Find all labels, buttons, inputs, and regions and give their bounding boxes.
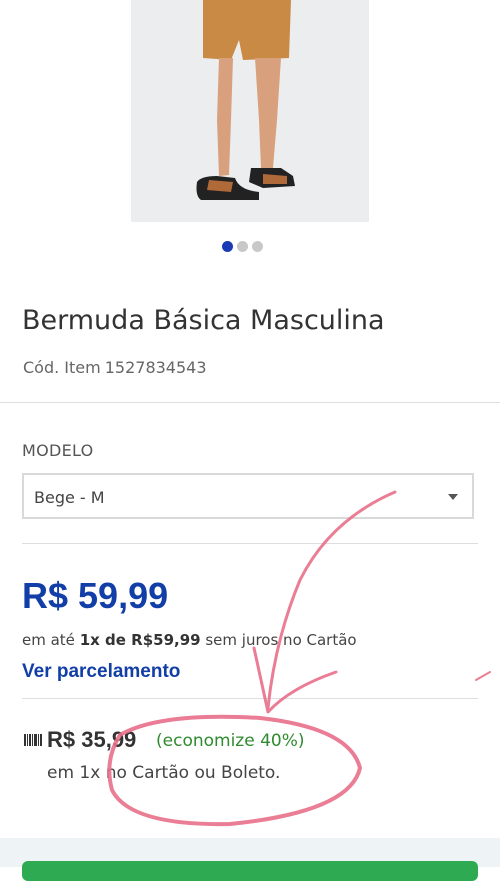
chevron-down-icon <box>448 494 458 500</box>
view-installments-link[interactable]: Ver parcelamento <box>22 661 180 683</box>
barcode-icon <box>24 733 42 751</box>
installment-prefix: em até <box>22 631 80 649</box>
image-carousel-dots <box>222 241 263 252</box>
variant-label: MODELO <box>22 441 94 460</box>
discount-price: R$ 35,99 <box>47 727 137 752</box>
carousel-dot-3[interactable] <box>252 241 263 252</box>
product-title: Bermuda Básica Masculina <box>22 305 385 336</box>
carousel-dot-1[interactable] <box>222 241 233 252</box>
product-photo-illustration <box>131 0 369 222</box>
carousel-dot-2[interactable] <box>237 241 248 252</box>
savings-text: (economize 40%) <box>156 731 305 751</box>
product-image[interactable] <box>131 0 369 222</box>
divider <box>22 543 478 544</box>
discount-note: em 1x no Cartão ou Boleto. <box>47 763 281 783</box>
divider <box>22 698 478 699</box>
product-price: R$ 59,99 <box>22 575 169 616</box>
installment-amount: 1x de R$59,99 <box>79 631 201 649</box>
variant-selected-value: Bege - M <box>34 488 105 507</box>
buy-button[interactable] <box>22 861 478 881</box>
variant-select[interactable]: Bege - M <box>22 473 474 519</box>
product-code-label: Cód. Item <box>23 358 101 377</box>
product-code-value: 1527834543 <box>104 358 207 377</box>
installment-suffix: sem juros no Cartão <box>200 631 357 649</box>
product-code: Cód. Item 1527834543 <box>23 358 207 377</box>
installment-info: em até 1x de R$59,99 sem juros no Cartão <box>22 631 357 649</box>
divider <box>0 402 500 403</box>
